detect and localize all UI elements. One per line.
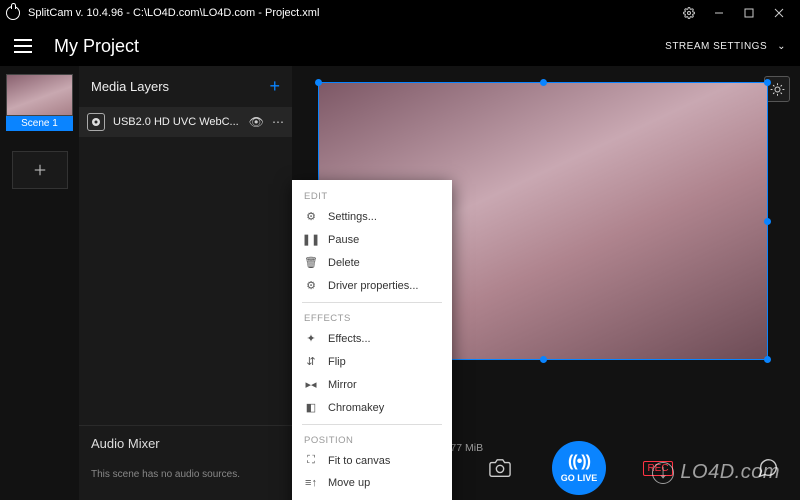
- resize-handle[interactable]: [540, 79, 547, 86]
- fit-icon: ⛶: [304, 454, 318, 467]
- close-button[interactable]: [764, 0, 794, 26]
- layer-item[interactable]: USB2.0 HD UVC WebC... 👁 ⋯: [79, 107, 292, 137]
- layer-name: USB2.0 HD UVC WebC...: [113, 116, 241, 128]
- resize-handle[interactable]: [764, 79, 771, 86]
- broadcast-icon: ((•)): [568, 453, 590, 471]
- menu-item-fit-canvas[interactable]: ⛶Fit to canvas: [292, 449, 452, 472]
- flip-icon: ⇵: [304, 355, 318, 368]
- resize-handle[interactable]: [764, 356, 771, 363]
- scenes-column: Scene 1: [0, 66, 79, 500]
- mirror-icon: ▸◂: [304, 378, 318, 391]
- trash-icon: 🗑: [304, 256, 318, 269]
- menu-item-move-up[interactable]: ≡↑Move up: [292, 472, 452, 494]
- menu-item-chromakey[interactable]: ◧Chromakey: [292, 396, 452, 419]
- audio-empty-message: This scene has no audio sources.: [79, 461, 292, 500]
- audio-mixer-heading: Audio Mixer: [79, 425, 292, 461]
- menu-section-header: EFFECTS: [292, 308, 452, 327]
- project-title: My Project: [54, 36, 665, 57]
- scene-label: Scene 1: [6, 116, 73, 131]
- go-live-label: GO LIVE: [561, 473, 598, 483]
- watermark-icon: ↓: [652, 462, 674, 484]
- resize-handle[interactable]: [764, 218, 771, 225]
- chevron-down-icon: ⌄: [777, 41, 786, 52]
- menu-item-flip[interactable]: ⇵Flip: [292, 350, 452, 373]
- pause-icon: ❚❚: [304, 233, 318, 246]
- webcam-source-icon: [87, 113, 105, 131]
- sparkle-icon: ✦: [304, 332, 318, 345]
- resize-handle[interactable]: [315, 79, 322, 86]
- menu-section-header: POSITION: [292, 430, 452, 449]
- menu-item-pause[interactable]: ❚❚Pause: [292, 228, 452, 251]
- menu-item-mirror[interactable]: ▸◂Mirror: [292, 373, 452, 396]
- menu-section-header: EDIT: [292, 186, 452, 205]
- maximize-button[interactable]: [734, 0, 764, 26]
- layer-more-button[interactable]: ⋯: [272, 115, 284, 129]
- menu-item-settings[interactable]: ⚙Settings...: [292, 205, 452, 228]
- window-title: SplitCam v. 10.4.96 - C:\LO4D.com\LO4D.c…: [28, 7, 674, 19]
- stream-settings-label: STREAM SETTINGS: [665, 41, 767, 52]
- visibility-toggle-icon[interactable]: 👁: [249, 115, 264, 129]
- snapshot-button[interactable]: [486, 454, 514, 482]
- window-titlebar: SplitCam v. 10.4.96 - C:\LO4D.com\LO4D.c…: [0, 0, 800, 26]
- menu-item-effects[interactable]: ✦Effects...: [292, 327, 452, 350]
- menu-item-move-down[interactable]: ≡↓Move down: [292, 494, 452, 500]
- add-layer-button[interactable]: +: [269, 76, 280, 97]
- scene-item[interactable]: Scene 1: [6, 74, 73, 131]
- resize-handle[interactable]: [540, 356, 547, 363]
- layer-context-menu: EDIT ⚙Settings... ❚❚Pause 🗑Delete ⚙Drive…: [292, 180, 452, 500]
- watermark: ↓ LO4D.com: [652, 461, 780, 484]
- stream-settings-button[interactable]: STREAM SETTINGS ⌄: [665, 41, 786, 52]
- go-live-button[interactable]: ((•)) GO LIVE: [552, 441, 606, 495]
- scene-thumbnail: [6, 74, 73, 116]
- gear-icon: ⚙: [304, 279, 318, 292]
- media-layers-panel: Media Layers + USB2.0 HD UVC WebC... 👁 ⋯…: [79, 66, 292, 500]
- media-layers-heading: Media Layers: [91, 79, 169, 94]
- gear-icon: ⚙: [304, 210, 318, 223]
- add-scene-button[interactable]: [12, 151, 68, 189]
- menu-item-delete[interactable]: 🗑Delete: [292, 251, 452, 274]
- settings-gear-icon[interactable]: [674, 0, 704, 26]
- minimize-button[interactable]: [704, 0, 734, 26]
- app-logo-icon: [6, 6, 20, 20]
- move-up-icon: ≡↑: [304, 477, 318, 489]
- app-header: My Project STREAM SETTINGS ⌄: [0, 26, 800, 66]
- menu-item-driver-properties[interactable]: ⚙Driver properties...: [292, 274, 452, 297]
- chromakey-icon: ◧: [304, 401, 318, 414]
- menu-hamburger-icon[interactable]: [14, 39, 42, 53]
